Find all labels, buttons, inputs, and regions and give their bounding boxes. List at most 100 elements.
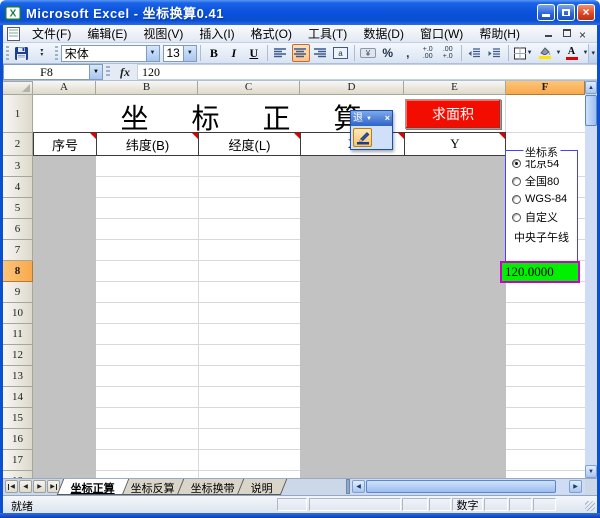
row-header-10[interactable]: 10 — [3, 303, 33, 324]
menu-item-视[interactable]: 视图(V) — [135, 24, 191, 43]
tab-split-handle[interactable] — [346, 479, 350, 494]
radio-icon[interactable] — [512, 177, 521, 186]
row-header-15[interactable]: 15 — [3, 408, 33, 429]
align-center-button[interactable] — [292, 44, 310, 62]
sheet-minimize-icon[interactable] — [543, 28, 555, 39]
row-header-17[interactable]: 17 — [3, 450, 33, 471]
borders-button[interactable]: ▼ — [513, 44, 534, 62]
coordinate-option-自定义[interactable]: 自定义 — [512, 211, 577, 223]
font-color-button[interactable]: A — [563, 44, 581, 62]
percent-style-button[interactable]: % — [379, 44, 397, 62]
radio-icon[interactable] — [512, 213, 521, 222]
horizontal-scrollbar[interactable]: ◀ ▶ — [351, 479, 585, 494]
column-header-B[interactable]: B — [96, 81, 198, 95]
menu-item-数[interactable]: 数据(D) — [355, 24, 412, 43]
scroll-right-icon[interactable]: ▶ — [569, 480, 582, 493]
title-bar[interactable]: X Microsoft Excel - 坐标换算0.41 × — [0, 0, 600, 25]
sheet-tab-说明[interactable]: 说明 — [237, 479, 287, 495]
floating-toolbar-close-icon[interactable]: × — [385, 112, 390, 125]
fill-color-dropdown-icon[interactable]: ▼ — [556, 50, 562, 56]
radio-icon[interactable] — [512, 195, 521, 204]
decrease-indent-button[interactable] — [466, 44, 484, 62]
row-header-6[interactable]: 6 — [3, 219, 33, 240]
toolbar-overflow-button[interactable]: ▾ — [588, 44, 597, 63]
column-a-gray-region[interactable] — [33, 156, 96, 478]
row-header-2[interactable]: 2 — [3, 133, 33, 156]
floating-toolbar-dropdown-icon[interactable]: ▼ — [366, 116, 372, 122]
row-header-14[interactable]: 14 — [3, 387, 33, 408]
next-sheet-icon[interactable]: ▶ — [33, 480, 46, 493]
menu-item-窗[interactable]: 窗口(W) — [412, 24, 471, 43]
header-cell-jingdu[interactable]: 经度(L) — [199, 133, 300, 155]
minimize-button[interactable] — [537, 4, 555, 21]
italic-button[interactable]: I — [225, 44, 243, 62]
row-header-1[interactable]: 1 — [3, 95, 33, 133]
row-header-3[interactable]: 3 — [3, 156, 33, 177]
menu-item-工[interactable]: 工具(T) — [300, 24, 355, 43]
coordinate-option-WGS-84[interactable]: WGS-84 — [512, 193, 577, 205]
macro-pen-button[interactable] — [353, 128, 372, 147]
column-header-E[interactable]: E — [404, 81, 506, 95]
horizontal-scroll-thumb[interactable] — [366, 480, 556, 493]
bold-button[interactable]: B — [205, 44, 223, 62]
menu-item-格[interactable]: 格式(O) — [243, 24, 300, 43]
merge-center-button[interactable]: a — [332, 44, 350, 62]
selected-cell-f8[interactable]: 120.0000 — [500, 261, 580, 283]
columns-de-gray-region[interactable] — [300, 156, 506, 478]
sheet-close-icon[interactable]: × — [579, 28, 591, 39]
column-header-C[interactable]: C — [198, 81, 300, 95]
worksheet-cells[interactable]: 坐 标 正 算 求面积 序号 纬度(B) 经度(L) X Y 坐标系 北京54全… — [33, 95, 585, 478]
floating-toolbar-titlebar[interactable]: 退 ▼ × — [351, 111, 392, 126]
font-size-combobox[interactable]: 13 ▼ — [163, 45, 197, 62]
font-name-combobox[interactable]: 宋体 ▼ — [61, 45, 160, 62]
radio-icon[interactable] — [512, 159, 521, 168]
align-right-button[interactable] — [312, 44, 330, 62]
scroll-up-icon[interactable]: ▲ — [585, 81, 597, 94]
maximize-button[interactable] — [557, 4, 575, 21]
row-header-16[interactable]: 16 — [3, 429, 33, 450]
comma-style-button[interactable]: , — [399, 44, 417, 62]
close-button[interactable]: × — [577, 4, 595, 21]
sheet-restore-icon[interactable] — [561, 28, 573, 39]
name-box[interactable]: F8 ▼ — [3, 64, 103, 80]
font-name-dropdown-icon[interactable]: ▼ — [146, 46, 159, 61]
save-button[interactable] — [13, 44, 31, 62]
header-cell-y[interactable]: Y — [405, 133, 505, 155]
vertical-scrollbar[interactable]: ▲ ▼ — [585, 81, 597, 478]
scroll-down-icon[interactable]: ▼ — [585, 465, 597, 478]
currency-style-button[interactable]: ¥ — [359, 44, 377, 62]
row-header-4[interactable]: 4 — [3, 177, 33, 198]
row-header-12[interactable]: 12 — [3, 345, 33, 366]
fill-color-button[interactable] — [536, 44, 554, 62]
floating-toolbar[interactable]: 退 ▼ × — [350, 110, 393, 150]
increase-decimal-button[interactable]: +.0.00 — [419, 44, 437, 62]
align-left-button[interactable] — [272, 44, 290, 62]
prev-sheet-icon[interactable]: ◀ — [19, 480, 32, 493]
row-header-18[interactable]: 18 — [3, 471, 33, 478]
scroll-left-icon[interactable]: ◀ — [352, 480, 365, 493]
name-box-dropdown-icon[interactable]: ▼ — [89, 65, 102, 79]
menu-item-编[interactable]: 编辑(E) — [79, 24, 135, 43]
row-header-5[interactable]: 5 — [3, 198, 33, 219]
vertical-scroll-thumb[interactable] — [585, 95, 597, 126]
decrease-decimal-button[interactable]: .00+.0 — [439, 44, 457, 62]
font-size-dropdown-icon[interactable]: ▼ — [183, 46, 196, 61]
formula-input[interactable]: 120 — [137, 64, 597, 80]
row-header-9[interactable]: 9 — [3, 282, 33, 303]
menu-item-插[interactable]: 插入(I) — [191, 24, 242, 43]
underline-button[interactable]: U — [245, 44, 263, 62]
sheet-tab-坐标正算[interactable]: 坐标正算 — [57, 479, 129, 495]
column-header-F[interactable]: F — [506, 81, 585, 95]
menu-item-帮[interactable]: 帮助(H) — [471, 24, 528, 43]
row-header-11[interactable]: 11 — [3, 324, 33, 345]
header-cell-xuhao[interactable]: 序号 — [34, 133, 96, 155]
row-header-7[interactable]: 7 — [3, 240, 33, 261]
borders-dropdown-icon[interactable]: ▼ — [527, 50, 533, 56]
toolbar-options-chevron[interactable]: ▾▾ — [33, 44, 51, 62]
select-all-corner[interactable] — [3, 81, 33, 95]
coordinate-option-全国80[interactable]: 全国80 — [512, 175, 577, 187]
insert-function-button[interactable]: fx — [113, 64, 137, 80]
column-header-A[interactable]: A — [33, 81, 96, 95]
row-header-8[interactable]: 8 — [3, 261, 33, 282]
toolbar-grip[interactable] — [6, 46, 9, 60]
